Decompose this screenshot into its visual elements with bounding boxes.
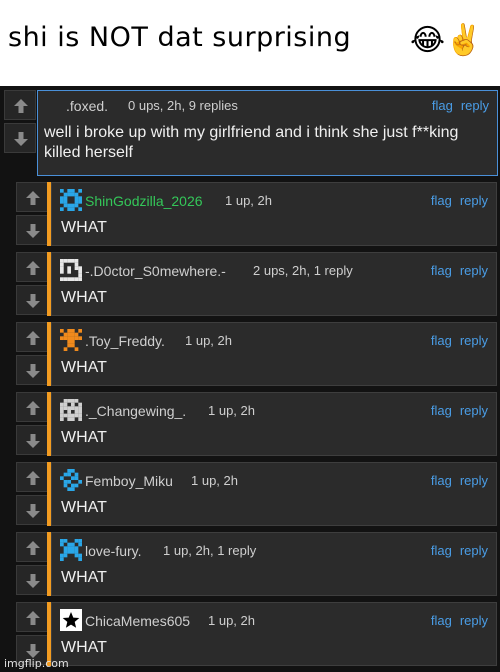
flag-link[interactable]: flag — [431, 263, 452, 278]
arrow-up-icon — [26, 191, 40, 205]
arrow-up-icon — [26, 471, 40, 485]
reply-link[interactable]: reply — [461, 98, 489, 113]
comment-meta: 1 up, 2h — [208, 613, 255, 628]
comment-username[interactable]: love-fury. — [85, 543, 142, 559]
reply-link[interactable]: reply — [460, 613, 488, 628]
reply-link[interactable]: reply — [460, 473, 488, 488]
comment-meta: 2 ups, 2h, 1 reply — [253, 263, 353, 278]
reply-link[interactable]: reply — [460, 403, 488, 418]
upvote-button[interactable] — [16, 602, 48, 632]
comment-text: well i broke up with my girlfriend and i… — [44, 124, 459, 161]
downvote-button[interactable] — [4, 123, 36, 153]
downvote-button[interactable] — [16, 565, 48, 595]
meme-caption: shi is NOT dat surprising 😂✌️ — [0, 0, 500, 86]
arrow-up-icon — [26, 611, 40, 625]
comment-username[interactable]: .Toy_Freddy. — [85, 333, 165, 349]
upvote-button[interactable] — [16, 322, 48, 352]
comment-text: WHAT — [61, 429, 107, 446]
comment-actions: flag reply — [423, 263, 488, 278]
comment-actions: flag reply — [423, 193, 488, 208]
flag-link[interactable]: flag — [431, 403, 452, 418]
reply-comment: ShinGodzilla_2026 1 up, 2h flag reply WHAT — [51, 182, 497, 246]
upvote-button[interactable] — [16, 532, 48, 562]
comment-text: WHAT — [61, 359, 107, 376]
comment-actions: flag reply — [423, 473, 488, 488]
comment-meta: 1 up, 2h — [185, 333, 232, 348]
comment-actions: flag reply — [423, 543, 488, 558]
white-pixel-icon[interactable] — [60, 259, 82, 281]
arrow-down-icon — [26, 504, 40, 518]
reply-comment: Femboy_Miku 1 up, 2h flag reply WHAT — [51, 462, 497, 526]
comment-username[interactable]: .foxed. — [66, 98, 108, 114]
caption-emoji: 😂✌️ — [410, 24, 483, 57]
comment-actions: flag reply — [423, 613, 488, 628]
downvote-button[interactable] — [16, 285, 48, 315]
arrow-down-icon — [26, 434, 40, 448]
upvote-button[interactable] — [16, 462, 48, 492]
comment-meta: 1 up, 2h — [191, 473, 238, 488]
reply-link[interactable]: reply — [460, 263, 488, 278]
comment-actions: flag reply — [423, 333, 488, 348]
orange-pixel-icon[interactable] — [60, 329, 82, 351]
downvote-button[interactable] — [16, 355, 48, 385]
flag-link[interactable]: flag — [432, 98, 453, 113]
arrow-up-icon — [26, 261, 40, 275]
star-icon[interactable] — [60, 609, 82, 631]
flag-link[interactable]: flag — [431, 333, 452, 348]
arrow-up-icon — [26, 541, 40, 555]
reply-comment: ._Changewing_. 1 up, 2h flag reply WHAT — [51, 392, 497, 456]
reply-comment: love-fury. 1 up, 2h, 1 reply flag reply WHAT — [51, 532, 497, 596]
comment-text: WHAT — [61, 639, 107, 656]
comment-meta: 1 up, 2h — [208, 403, 255, 418]
arrow-down-icon — [26, 574, 40, 588]
arrow-up-icon — [14, 99, 28, 113]
downvote-button[interactable] — [16, 425, 48, 455]
flag-link[interactable]: flag — [431, 473, 452, 488]
comment-text: WHAT — [61, 219, 107, 236]
downvote-button[interactable] — [16, 215, 48, 245]
upvote-button[interactable] — [4, 90, 36, 120]
reply-comment: ChicaMemes605 1 up, 2h flag reply WHAT — [51, 602, 497, 666]
arrow-down-icon — [26, 364, 40, 378]
blue-pixel-icon[interactable] — [60, 539, 82, 561]
comment-thread: .foxed. 0 ups, 2h, 9 replies flag reply w… — [0, 86, 500, 672]
flag-link[interactable]: flag — [431, 613, 452, 628]
arrow-up-icon — [26, 401, 40, 415]
arrow-up-icon — [26, 331, 40, 345]
reply-link[interactable]: reply — [460, 543, 488, 558]
reply-link[interactable]: reply — [460, 333, 488, 348]
comment-username[interactable]: Femboy_Miku — [85, 473, 173, 489]
comment-actions: flag reply — [424, 98, 489, 113]
upvote-button[interactable] — [16, 392, 48, 422]
comment-text: WHAT — [61, 569, 107, 586]
arrow-down-icon — [26, 294, 40, 308]
downvote-button[interactable] — [16, 495, 48, 525]
flag-link[interactable]: flag — [431, 543, 452, 558]
comment-meta: 1 up, 2h — [225, 193, 272, 208]
arrow-down-icon — [26, 224, 40, 238]
comment-username[interactable]: ShinGodzilla_2026 — [85, 193, 203, 209]
comment-actions: flag reply — [423, 403, 488, 418]
comment-text: WHAT — [61, 499, 107, 516]
comment-text: WHAT — [61, 289, 107, 306]
comment-username[interactable]: ChicaMemes605 — [85, 613, 190, 629]
grey-pixel-icon[interactable] — [60, 399, 82, 421]
upvote-button[interactable] — [16, 252, 48, 282]
caption-text: shi is NOT dat surprising — [8, 22, 352, 53]
comment-username[interactable]: -.D0ctor_S0mewhere.- — [85, 263, 226, 279]
reply-comment: .Toy_Freddy. 1 up, 2h flag reply WHAT — [51, 322, 497, 386]
watermark: imgflip.com — [4, 657, 69, 670]
reply-comment: -.D0ctor_S0mewhere.- 2 ups, 2h, 1 reply fl… — [51, 252, 497, 316]
comment-meta: 0 ups, 2h, 9 replies — [128, 98, 238, 113]
blue-pixel-icon[interactable] — [60, 189, 82, 211]
reply-link[interactable]: reply — [460, 193, 488, 208]
comment-meta: 1 up, 2h, 1 reply — [163, 543, 257, 558]
flag-link[interactable]: flag — [431, 193, 452, 208]
arrow-down-icon — [14, 132, 28, 146]
top-comment: .foxed. 0 ups, 2h, 9 replies flag reply w… — [37, 90, 498, 176]
comment-username[interactable]: ._Changewing_. — [85, 403, 186, 419]
upvote-button[interactable] — [16, 182, 48, 212]
blue-pixel-icon[interactable] — [60, 469, 82, 491]
